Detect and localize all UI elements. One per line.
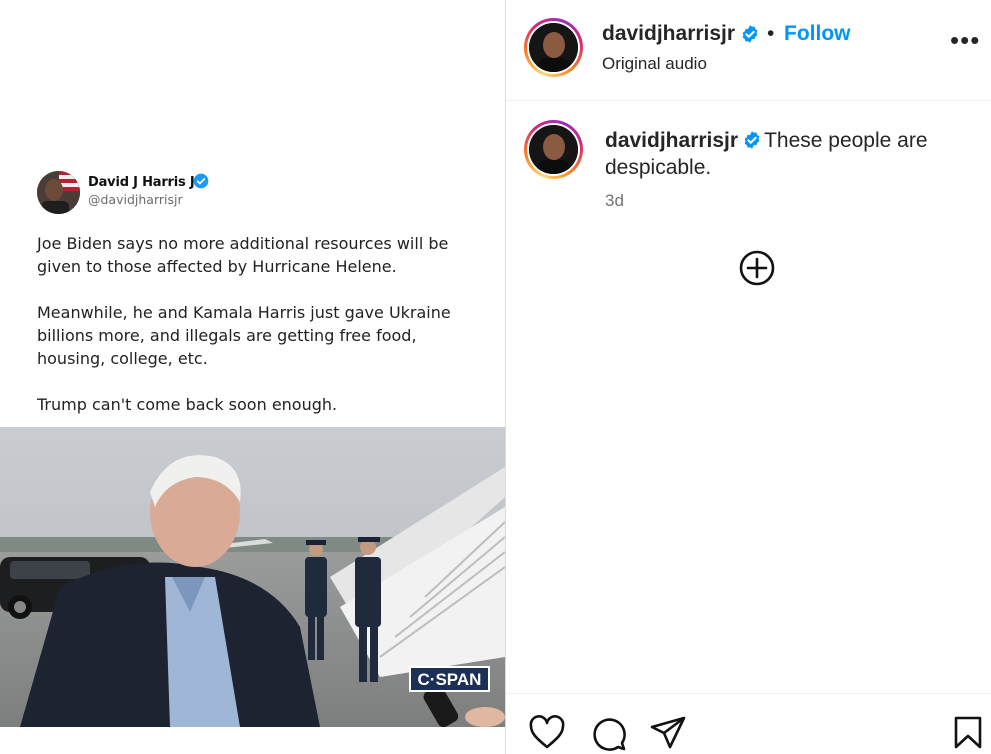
tweet-paragraph: Joe Biden says no more additional resour… <box>37 234 449 276</box>
header-avatar[interactable] <box>524 18 583 77</box>
caption-username[interactable]: davidjharrisjr <box>605 129 738 152</box>
caption-avatar[interactable] <box>524 120 583 179</box>
post-media[interactable]: David J Harris Jr @davidjharrisjr Joe Bi… <box>0 0 505 754</box>
media-bottom-padding <box>0 727 505 754</box>
tweet-paragraph: Trump can't come back soon enough. <box>37 395 338 414</box>
send-icon[interactable] <box>649 714 687 752</box>
more-options-icon[interactable]: ••• <box>950 27 980 53</box>
tweet-body: Joe Biden says no more additional resour… <box>37 232 477 439</box>
tweet-author-name: David J Harris Jr <box>88 175 201 190</box>
cspan-logo-text: C·SPAN <box>418 670 482 689</box>
header-username[interactable]: davidjharrisjr <box>602 22 735 46</box>
tweet-avatar <box>37 171 80 214</box>
comment-icon[interactable] <box>589 714 627 752</box>
add-comment-icon[interactable] <box>739 250 775 286</box>
tweet-screenshot: David J Harris Jr @davidjharrisjr Joe Bi… <box>0 0 505 427</box>
bookmark-icon[interactable] <box>950 714 988 752</box>
verified-badge-icon <box>742 130 762 150</box>
verified-badge-icon <box>740 24 760 44</box>
actions-divider <box>506 693 991 694</box>
panel-divider <box>505 0 506 754</box>
follow-button[interactable]: Follow <box>784 22 851 46</box>
tweet-paragraph: Meanwhile, he and Kamala Harris just gav… <box>37 303 451 368</box>
instagram-post-view: David J Harris Jr @davidjharrisjr Joe Bi… <box>0 0 991 754</box>
header-divider <box>506 100 991 101</box>
header-separator: • <box>767 22 775 45</box>
caption: davidjharrisjr These people are despicabl… <box>605 127 965 181</box>
verified-badge-icon <box>193 173 209 189</box>
video-frame[interactable]: C·SPAN <box>0 427 505 727</box>
tweet-author-handle: @davidjharrisjr <box>88 192 183 207</box>
post-timestamp[interactable]: 3d <box>605 191 624 211</box>
heart-icon[interactable] <box>528 714 566 752</box>
original-audio-link[interactable]: Original audio <box>602 54 707 74</box>
